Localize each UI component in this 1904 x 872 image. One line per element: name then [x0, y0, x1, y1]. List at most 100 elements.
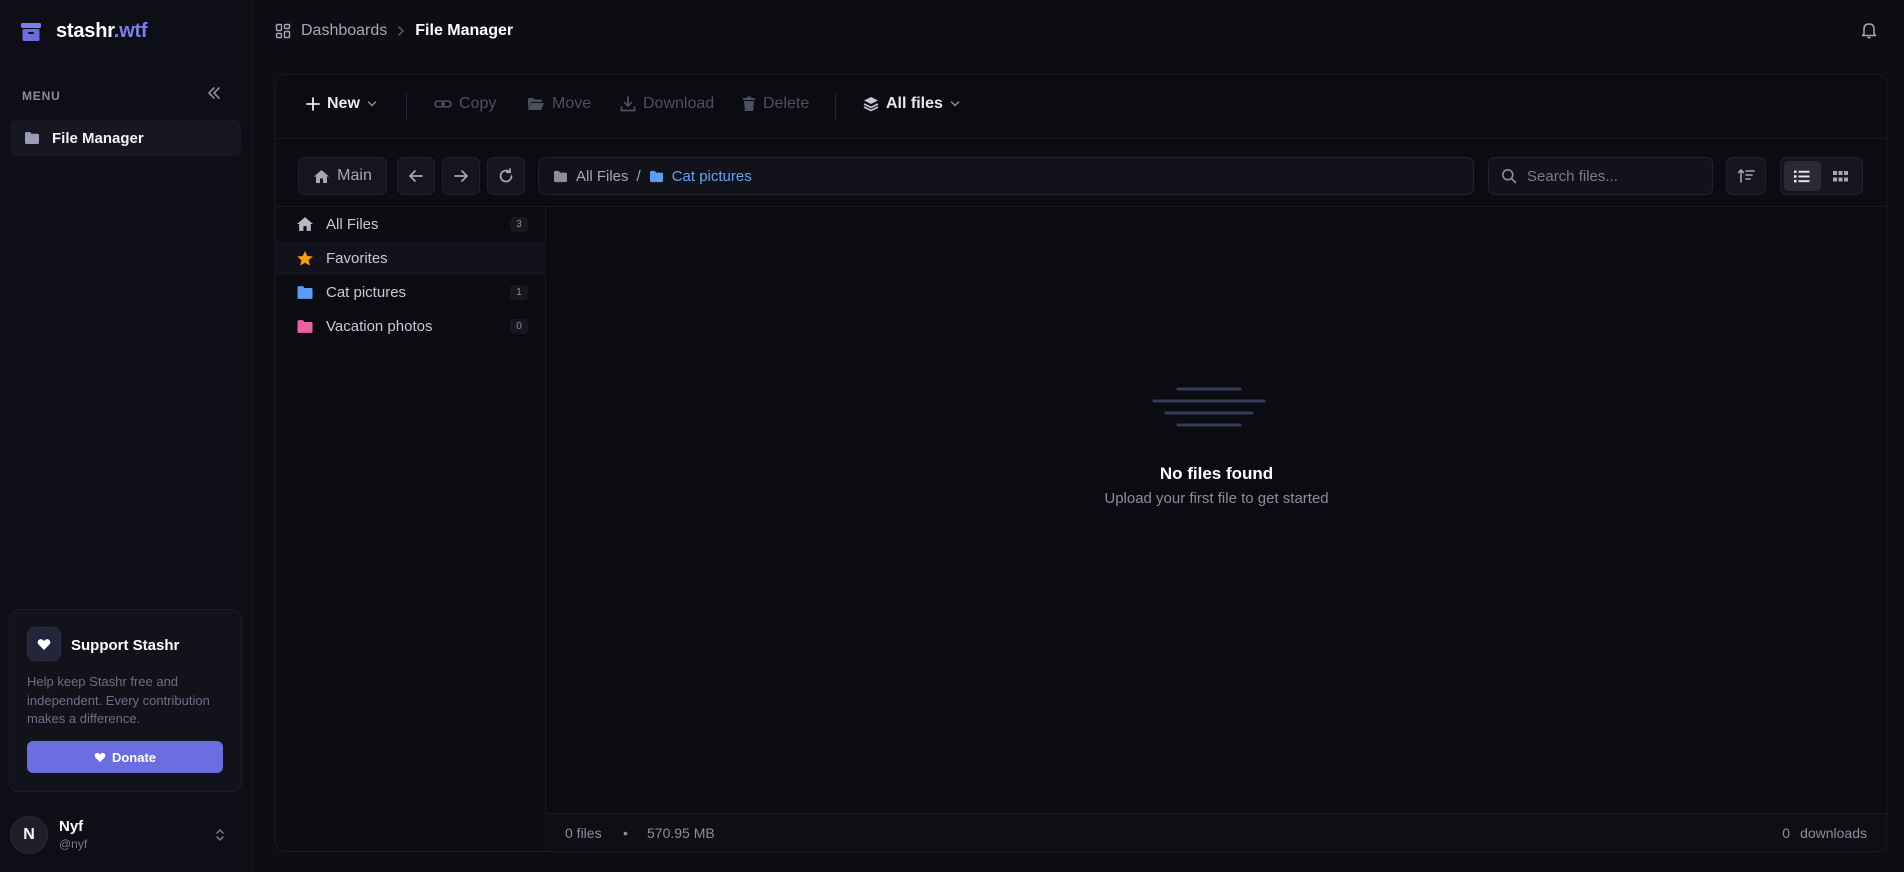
main-label: Main	[337, 167, 372, 184]
avatar: N	[10, 816, 48, 854]
sort-icon	[1737, 168, 1755, 184]
path-bar: All Files / Cat pictures	[538, 157, 1474, 195]
grid-view-button[interactable]	[1823, 161, 1860, 191]
brand[interactable]: stashr.wtf	[20, 20, 148, 43]
star-icon	[296, 250, 314, 267]
copy-label: Copy	[459, 95, 497, 112]
search-input[interactable]	[1527, 167, 1697, 185]
item-count: 0	[510, 319, 528, 334]
donate-button[interactable]: Donate	[27, 741, 223, 773]
folder-icon	[649, 170, 664, 183]
home-icon	[296, 216, 314, 232]
item-count: 1	[510, 285, 528, 300]
folder-icon	[24, 131, 40, 145]
forward-button[interactable]	[442, 157, 480, 195]
chevron-right-icon	[397, 25, 405, 37]
search-field[interactable]	[1488, 157, 1713, 195]
delete-label: Delete	[763, 95, 810, 112]
total-size: 570.95 MB	[647, 825, 715, 841]
path-all-files[interactable]: All Files	[553, 168, 629, 185]
path-separator: /	[636, 167, 641, 185]
brand-name: stashr.wtf	[56, 20, 148, 42]
support-text: Help keep Stashr free and independent. E…	[27, 674, 210, 726]
folder-icon	[296, 285, 314, 300]
chevron-down-icon	[950, 100, 960, 108]
empty-lines-icon	[1152, 387, 1266, 431]
folder-tree: All Files 3 Favorites Cat pictures 1 Vac…	[276, 207, 546, 851]
path-cat-pictures[interactable]: Cat pictures	[649, 168, 752, 185]
chevron-down-icon	[367, 100, 377, 108]
view-toggle	[1780, 157, 1863, 195]
sidebar-item-label: File Manager	[52, 129, 144, 147]
bell-icon[interactable]	[1860, 21, 1878, 39]
refresh-icon	[498, 168, 514, 184]
file-count: 0 files	[565, 825, 602, 841]
new-button[interactable]: New	[306, 95, 377, 113]
status-separator: •	[623, 825, 628, 841]
chevron-up-down-icon	[215, 828, 225, 842]
heart-icon	[27, 627, 61, 661]
list-view-button[interactable]	[1784, 161, 1821, 191]
move-button[interactable]: Move	[527, 95, 591, 113]
download-count: 0 downloads	[1782, 825, 1867, 841]
donate-label: Donate	[111, 749, 157, 765]
download-count-label: downloads	[1800, 825, 1867, 841]
breadcrumb-file-manager: File Manager	[415, 22, 514, 39]
tree-item-favorites[interactable]: Favorites	[276, 241, 546, 275]
breadcrumb: Dashboards File Manager	[275, 22, 513, 40]
link-icon	[434, 97, 452, 111]
download-count-value: 0	[1782, 825, 1791, 841]
refresh-button[interactable]	[487, 157, 525, 195]
navigation-bar: Main All Files / Cat pictures Search fil…	[276, 139, 1886, 207]
tree-item-label: Cat pictures	[326, 283, 407, 301]
status-bar: 0 files • 570.95 MB 0 downloads	[547, 813, 1886, 851]
download-button[interactable]: Download	[620, 95, 714, 113]
download-label: Download	[643, 95, 715, 112]
folder-icon	[296, 319, 314, 334]
plus-icon	[306, 97, 320, 111]
empty-state-title: No files found	[1159, 464, 1274, 483]
user-name: Nyf	[59, 818, 84, 835]
archive-box-icon	[20, 22, 42, 42]
toolbar-divider	[835, 93, 836, 121]
path-all-files-label: All Files	[576, 167, 629, 185]
main-button[interactable]: Main	[298, 157, 387, 195]
breadcrumb-dashboards[interactable]: Dashboards	[301, 22, 387, 40]
toolbar: New Copy Move Download Delete All files	[276, 75, 1886, 139]
support-title: Support Stashr	[71, 637, 180, 654]
item-count: 3	[510, 217, 528, 232]
layers-icon	[863, 96, 879, 112]
top-header: Dashboards File Manager	[253, 0, 1904, 62]
move-label: Move	[552, 95, 592, 112]
all-files-label: All files	[886, 95, 943, 112]
toolbar-divider	[406, 93, 407, 121]
menu-label: MENU	[22, 89, 61, 103]
sidebar: stashr.wtf MENU File Manager Support Sta…	[0, 0, 252, 872]
empty-state-subtitle: Upload your first file to get started	[1104, 490, 1329, 507]
all-files-filter[interactable]: All files	[863, 95, 960, 113]
arrow-left-icon	[408, 169, 424, 183]
tree-item-all-files[interactable]: All Files 3	[276, 207, 546, 241]
new-label: New	[327, 95, 360, 112]
user-menu[interactable]: N Nyf @nyf	[10, 816, 242, 856]
tree-item-label: Vacation photos	[326, 317, 433, 335]
file-list-area: No files found Upload your first file to…	[547, 207, 1886, 851]
file-manager-panel: New Copy Move Download Delete All files …	[275, 74, 1887, 852]
download-icon	[620, 96, 636, 112]
home-icon	[313, 169, 330, 184]
tree-item-cat-pictures[interactable]: Cat pictures 1	[276, 275, 546, 309]
copy-button[interactable]: Copy	[434, 95, 496, 113]
folder-icon	[553, 170, 568, 183]
support-card: Support Stashr Help keep Stashr free and…	[9, 609, 242, 792]
arrow-right-icon	[453, 169, 469, 183]
delete-button[interactable]: Delete	[742, 95, 809, 113]
trash-icon	[742, 96, 756, 112]
search-icon	[1501, 168, 1517, 184]
tree-item-vacation-photos[interactable]: Vacation photos 0	[276, 309, 546, 343]
folder-open-icon	[527, 97, 545, 111]
sidebar-item-file-manager[interactable]: File Manager	[10, 120, 241, 156]
collapse-sidebar-button[interactable]	[206, 85, 224, 103]
list-icon	[1794, 170, 1810, 183]
sort-button[interactable]	[1726, 157, 1766, 195]
back-button[interactable]	[397, 157, 435, 195]
